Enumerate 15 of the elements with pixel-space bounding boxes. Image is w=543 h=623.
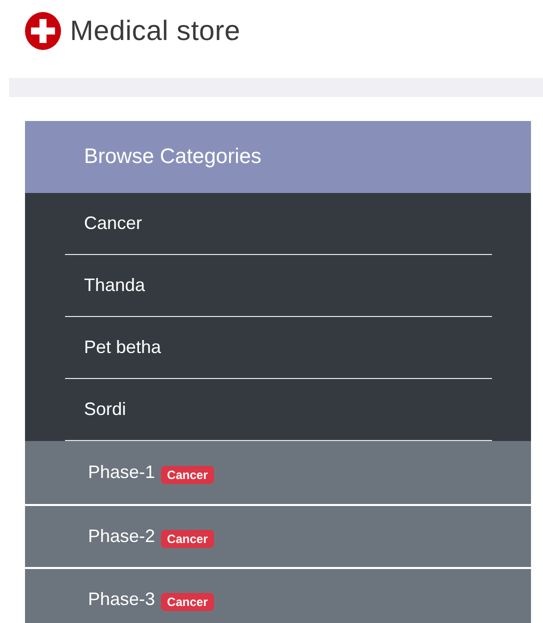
category-item[interactable]: Thanda (65, 255, 492, 317)
category-item[interactable]: Cancer (65, 193, 492, 255)
phase-label: Phase-2 (88, 526, 156, 547)
phase-item[interactable]: Phase-2 Cancer (25, 504, 531, 567)
phase-item[interactable]: Phase-3 Cancer (25, 567, 531, 623)
store-title: Medical store (70, 15, 240, 47)
phase-item[interactable]: Phase-1 Cancer (25, 441, 531, 504)
medical-cross-icon (25, 12, 61, 50)
panel-header: Browse Categories (25, 121, 531, 193)
category-item[interactable]: Pet betha (65, 317, 492, 379)
category-badge: Cancer (161, 530, 214, 548)
category-badge: Cancer (161, 592, 214, 610)
phase-label: Phase-1 (88, 462, 156, 483)
category-badge: Cancer (161, 466, 214, 484)
phase-label: Phase-3 (88, 589, 156, 610)
